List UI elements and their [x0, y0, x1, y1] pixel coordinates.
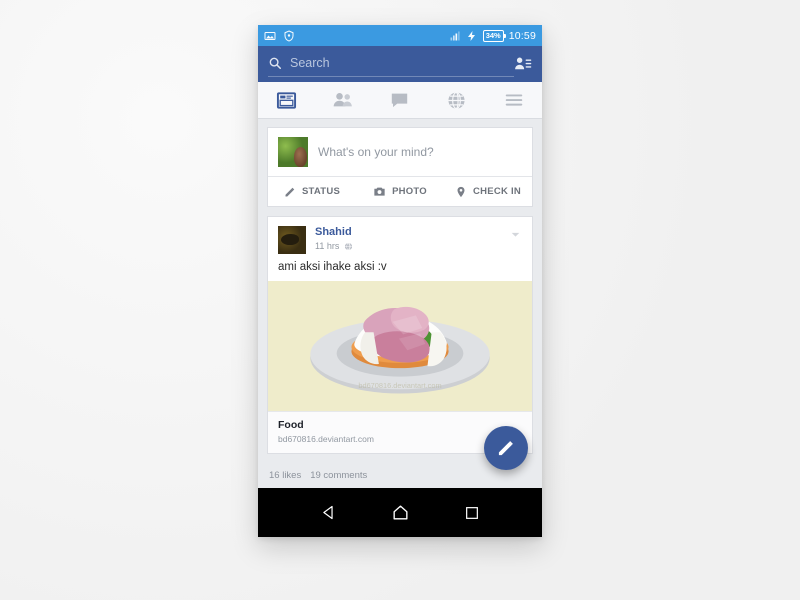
nav-home-button[interactable] — [378, 491, 422, 535]
status-bar: 34% 10:59 — [258, 25, 542, 46]
post-stats: 16 likes 19 comments — [267, 463, 533, 488]
search-icon — [269, 57, 282, 70]
post-menu-button[interactable] — [509, 226, 522, 246]
tab-more[interactable] — [485, 82, 542, 118]
signal-icon — [450, 31, 460, 40]
checkin-label: CHECK IN — [473, 186, 521, 197]
photo-label: PHOTO — [392, 186, 427, 197]
recents-icon — [466, 506, 478, 519]
post-comments-count[interactable]: 19 comments — [310, 470, 367, 481]
post-likes-count[interactable]: 16 likes — [269, 470, 301, 481]
nav-recents-button[interactable] — [450, 491, 494, 535]
hamburger-menu-icon — [505, 94, 522, 106]
globe-icon — [448, 91, 465, 109]
post-timestamp: 11 hrs — [315, 241, 340, 251]
post-card: Shahid 11 hrs ami aksi ihake aksi:v bd6… — [267, 216, 533, 454]
post-meta: 11 hrs — [315, 241, 353, 251]
composer-input-row[interactable]: What's on your mind? — [268, 128, 532, 176]
android-nav-bar — [258, 488, 542, 537]
post-author-name[interactable]: Shahid — [315, 226, 353, 239]
search-input[interactable]: Search — [268, 51, 514, 77]
phone-mockup: 34% 10:59 Search What's on your mind? ST… — [258, 25, 542, 537]
back-icon — [322, 505, 333, 520]
friend-requests-icon[interactable] — [514, 55, 532, 73]
news-feed[interactable]: What's on your mind? STATUS PHOTO CHECK … — [258, 119, 542, 488]
post-image[interactable]: bd670816.deviantart.com — [268, 281, 532, 411]
avatar — [278, 137, 308, 167]
checkin-button[interactable]: CHECK IN — [444, 177, 532, 206]
pencil-icon — [498, 441, 513, 456]
link-title: Food — [278, 419, 304, 431]
tab-news-feed[interactable] — [258, 82, 315, 118]
search-placeholder: Search — [290, 56, 330, 70]
food-illustration: bd670816.deviantart.com — [268, 281, 532, 411]
tab-bar — [258, 82, 542, 119]
screenshot-icon — [264, 31, 276, 40]
status-bar-right-icons: 34% 10:59 — [449, 29, 536, 42]
tab-friends[interactable] — [315, 82, 372, 118]
chevron-down-icon — [511, 232, 520, 237]
pencil-icon — [285, 187, 295, 196]
avatar[interactable] — [278, 226, 306, 254]
charging-icon — [467, 30, 475, 41]
photo-button[interactable]: PHOTO — [356, 177, 444, 206]
composer-placeholder: What's on your mind? — [318, 145, 434, 159]
location-pin-icon — [457, 186, 465, 197]
tab-messages[interactable] — [372, 82, 429, 118]
app-header: Search — [258, 46, 542, 82]
friends-icon — [333, 93, 352, 107]
tab-notifications[interactable] — [428, 82, 485, 118]
nav-back-button[interactable] — [306, 491, 350, 535]
shield-icon — [284, 29, 294, 42]
home-icon — [392, 505, 408, 520]
post-text: ami aksi ihake aksi :v — [278, 261, 387, 273]
battery-percentage: 34% — [482, 29, 506, 42]
post-header: Shahid 11 hrs — [268, 217, 532, 260]
camera-icon — [374, 187, 385, 196]
globe-icon — [345, 242, 353, 250]
composer-actions: STATUS PHOTO CHECK IN — [268, 176, 532, 206]
composer-card: What's on your mind? STATUS PHOTO CHECK … — [267, 127, 533, 207]
status-label: STATUS — [301, 186, 341, 197]
status-bar-clock: 10:59 — [508, 29, 536, 42]
svg-text:bd670816.deviantart.com: bd670816.deviantart.com — [358, 381, 441, 390]
status-bar-left-icons — [264, 29, 295, 42]
post-author-block: Shahid 11 hrs — [315, 226, 353, 251]
compose-fab[interactable] — [484, 426, 528, 470]
status-button[interactable]: STATUS — [268, 177, 356, 206]
messenger-icon — [392, 93, 408, 107]
news-feed-icon — [276, 91, 296, 109]
